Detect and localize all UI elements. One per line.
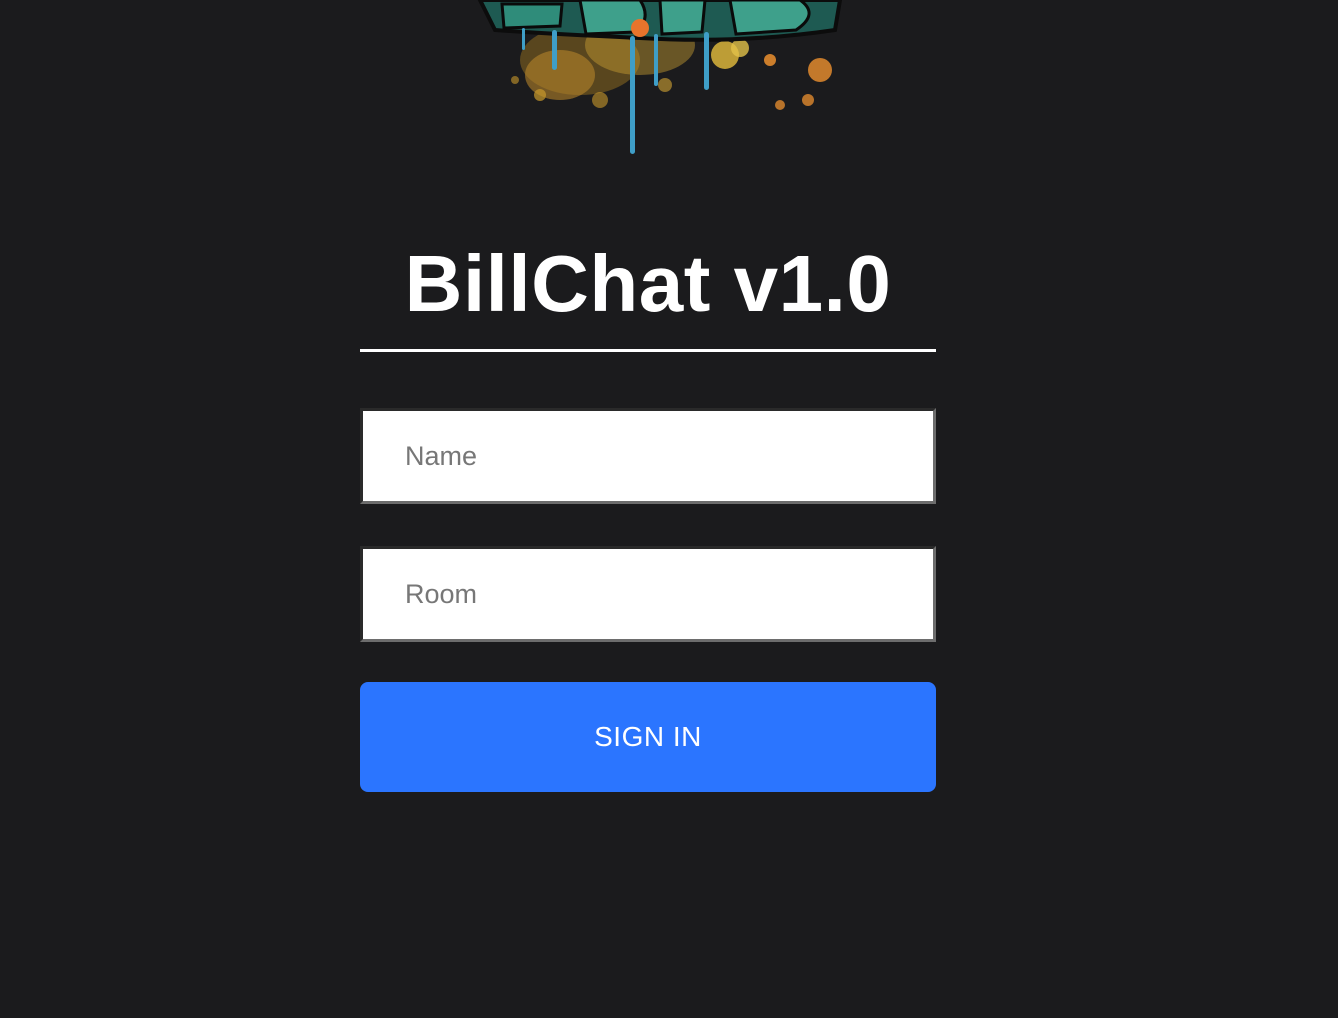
room-input[interactable] xyxy=(360,546,936,642)
sign-in-button[interactable]: SIGN IN xyxy=(360,682,936,792)
login-form: BillChat v1.0 SIGN IN xyxy=(360,232,936,792)
login-page: BillChat v1.0 SIGN IN xyxy=(0,0,1338,1018)
name-input[interactable] xyxy=(360,408,936,504)
graffiti-logo-icon xyxy=(477,0,843,154)
app-title: BillChat v1.0 xyxy=(360,232,936,352)
